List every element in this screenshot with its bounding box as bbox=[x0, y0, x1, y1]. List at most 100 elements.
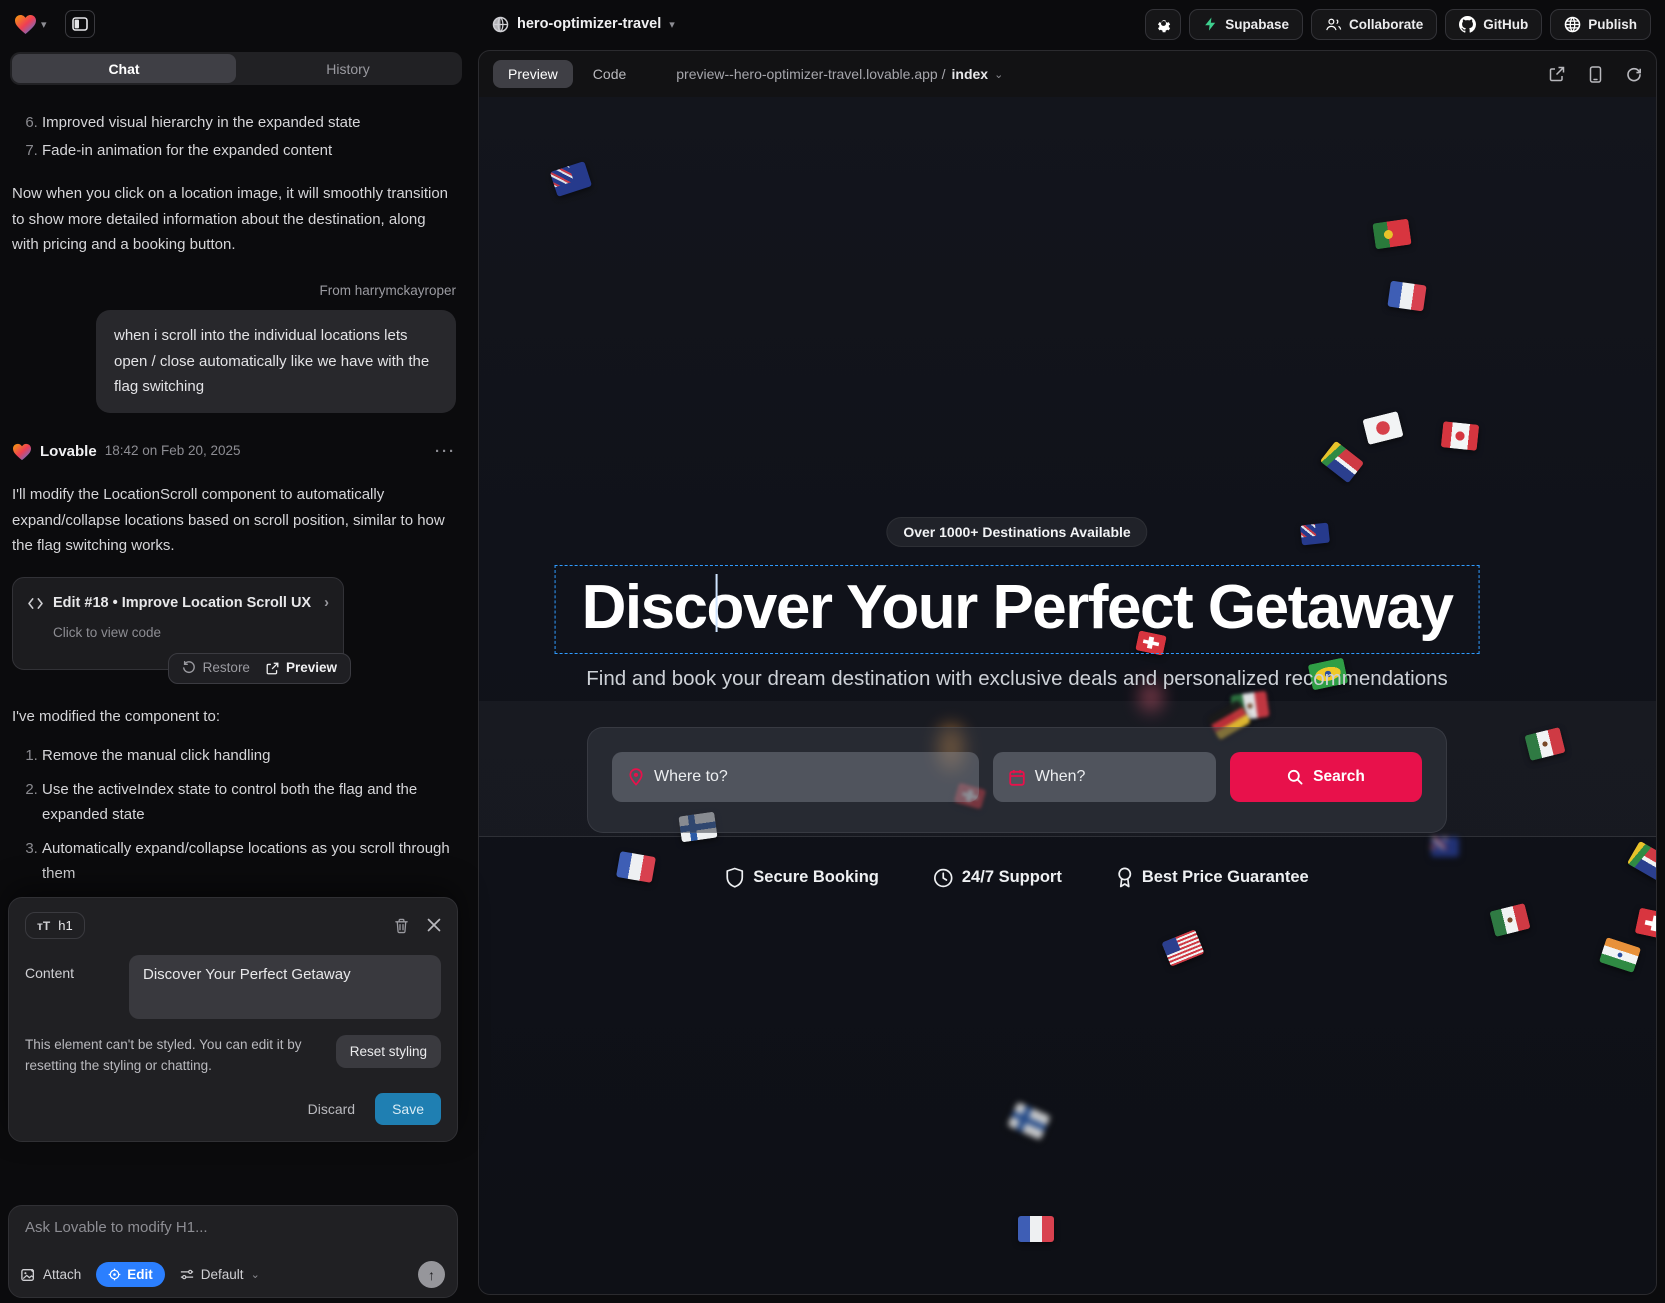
shield-icon bbox=[725, 867, 744, 888]
project-switcher[interactable]: hero-optimizer-travel ▾ bbox=[492, 0, 675, 48]
preview-pane: Preview Code preview--hero-optimizer-tra… bbox=[478, 50, 1657, 1295]
chevron-down-icon: ⌄ bbox=[994, 68, 1003, 81]
flag-south-africa-icon bbox=[1320, 441, 1364, 484]
flag-portugal-icon bbox=[1372, 219, 1411, 250]
app-topbar: ▾ hero-optimizer-travel ▾ Supabase bbox=[0, 0, 1665, 48]
supabase-button[interactable]: Supabase bbox=[1189, 9, 1303, 40]
preview-version-button[interactable]: Preview bbox=[266, 657, 337, 680]
globe-icon bbox=[492, 16, 509, 33]
flag-india-icon bbox=[1599, 937, 1641, 973]
refresh-button[interactable] bbox=[1626, 66, 1642, 82]
user-message-bubble: when i scroll into the individual locati… bbox=[96, 310, 456, 413]
delete-element-button[interactable] bbox=[394, 918, 409, 934]
close-icon bbox=[427, 918, 441, 932]
edit-card-subtitle: Click to view code bbox=[53, 622, 329, 645]
restore-button[interactable]: Restore bbox=[182, 657, 250, 680]
flag-france-icon bbox=[1387, 280, 1426, 311]
text-type-icon: тT bbox=[37, 919, 50, 933]
flag-france-icon bbox=[1018, 1216, 1054, 1242]
collaborate-button[interactable]: Collaborate bbox=[1311, 9, 1437, 40]
assistant-list-top: Improved visual hierarchy in the expande… bbox=[42, 110, 456, 163]
attach-button[interactable]: Attach bbox=[21, 1267, 81, 1282]
lovable-heart-icon bbox=[14, 14, 37, 35]
when-placeholder: When? bbox=[1035, 768, 1086, 786]
reset-styling-button[interactable]: Reset styling bbox=[336, 1035, 441, 1068]
chat-input-panel[interactable]: Ask Lovable to modify H1... Attach Edit bbox=[8, 1205, 458, 1298]
flag-switzerland-icon bbox=[1635, 907, 1656, 940]
feature-list: Secure Booking 24/7 Support Best Price G… bbox=[725, 867, 1308, 888]
discard-button[interactable]: Discard bbox=[308, 1101, 355, 1117]
github-icon bbox=[1459, 16, 1476, 33]
search-icon bbox=[1287, 769, 1303, 785]
edit-card-title: Edit #18 • Improve Location Scroll UX bbox=[53, 591, 311, 616]
mobile-view-button[interactable] bbox=[1589, 66, 1602, 83]
list-item: Remove the manual click handling bbox=[42, 743, 456, 769]
list-item: Improved visual hierarchy in the expande… bbox=[42, 110, 456, 136]
save-button[interactable]: Save bbox=[375, 1093, 441, 1125]
assistant-paragraph: I've modified the component to: bbox=[12, 704, 456, 730]
send-button[interactable]: ↑ bbox=[418, 1261, 445, 1288]
github-button[interactable]: GitHub bbox=[1445, 9, 1542, 40]
sidebar-toggle-button[interactable] bbox=[65, 10, 95, 38]
content-field-label: Content bbox=[25, 955, 129, 1019]
lovable-heart-icon bbox=[12, 443, 32, 461]
hero-subtitle: Find and book your dream destination wit… bbox=[586, 667, 1448, 691]
tab-history[interactable]: History bbox=[236, 54, 460, 83]
chevron-right-icon: › bbox=[324, 591, 329, 616]
chat-input-placeholder[interactable]: Ask Lovable to modify H1... bbox=[25, 1219, 443, 1236]
search-button[interactable]: Search bbox=[1230, 752, 1422, 802]
hero-heading[interactable]: Discover Your Perfect Getaway bbox=[582, 572, 1453, 643]
feature-best-price: Best Price Guarantee bbox=[1116, 867, 1309, 888]
where-input[interactable]: Where to? bbox=[612, 752, 979, 802]
element-tag-label: h1 bbox=[58, 918, 72, 933]
sidebar-tabs: Chat History bbox=[10, 52, 462, 85]
image-icon bbox=[21, 1268, 36, 1282]
content-textarea[interactable]: Discover Your Perfect Getaway bbox=[129, 955, 441, 1019]
message-timestamp: 18:42 on Feb 20, 2025 bbox=[105, 440, 241, 463]
flag-japan-icon bbox=[1363, 411, 1404, 445]
open-external-button[interactable] bbox=[1549, 66, 1565, 82]
when-input[interactable]: When? bbox=[993, 752, 1216, 802]
message-menu-button[interactable]: ··· bbox=[435, 439, 456, 465]
selected-heading-box[interactable]: Discover Your Perfect Getaway bbox=[555, 565, 1480, 654]
flag-new-zealand-icon bbox=[1431, 837, 1459, 857]
close-panel-button[interactable] bbox=[427, 918, 441, 934]
external-link-icon bbox=[266, 662, 279, 675]
edit-mode-pill[interactable]: Edit bbox=[96, 1262, 165, 1287]
project-name: hero-optimizer-travel bbox=[517, 16, 661, 32]
people-icon bbox=[1325, 17, 1342, 32]
tab-chat[interactable]: Chat bbox=[12, 54, 236, 83]
edit-card-actions: Restore Preview bbox=[168, 653, 351, 684]
search-card: Where to? When? Search bbox=[587, 727, 1447, 833]
site-viewport[interactable]: Over 1000+ Destinations Available Discov… bbox=[479, 97, 1656, 1294]
preview-url[interactable]: preview--hero-optimizer-travel.lovable.a… bbox=[676, 66, 1003, 82]
chevron-down-icon: ▾ bbox=[41, 18, 47, 31]
lovable-logo-menu[interactable]: ▾ bbox=[14, 14, 47, 35]
element-tag-chip[interactable]: тT h1 bbox=[25, 912, 85, 939]
award-icon bbox=[1116, 867, 1133, 888]
list-item: Fade-in animation for the expanded conte… bbox=[42, 138, 456, 164]
text-caret bbox=[716, 574, 718, 632]
flag-new-zealand-icon bbox=[1300, 523, 1330, 546]
flag-finland-icon bbox=[1007, 1102, 1050, 1140]
assistant-message-header: Lovable 18:42 on Feb 20, 2025 ··· bbox=[12, 439, 456, 465]
restore-icon bbox=[182, 661, 196, 675]
target-icon bbox=[108, 1268, 121, 1281]
flag-south-africa-icon bbox=[1627, 840, 1656, 881]
assistant-paragraph: Now when you click on a location image, … bbox=[12, 181, 456, 258]
supabase-icon bbox=[1203, 16, 1218, 32]
destinations-badge: Over 1000+ Destinations Available bbox=[886, 517, 1147, 547]
chevron-down-icon: ▾ bbox=[669, 18, 675, 31]
list-item: Use the activeIndex state to control bot… bbox=[42, 777, 456, 828]
arrow-up-icon: ↑ bbox=[428, 1267, 435, 1283]
edit-version-card[interactable]: Edit #18 • Improve Location Scroll UX › … bbox=[12, 577, 344, 670]
trash-icon bbox=[394, 918, 409, 934]
code-icon bbox=[27, 597, 44, 610]
settings-button[interactable] bbox=[1145, 9, 1181, 40]
publish-button[interactable]: Publish bbox=[1550, 9, 1651, 40]
tab-preview[interactable]: Preview bbox=[493, 60, 573, 88]
mode-selector[interactable]: Default ⌄ bbox=[180, 1267, 260, 1282]
clock-icon bbox=[933, 868, 953, 888]
tab-code[interactable]: Code bbox=[585, 60, 634, 88]
globe-icon bbox=[1564, 16, 1581, 33]
